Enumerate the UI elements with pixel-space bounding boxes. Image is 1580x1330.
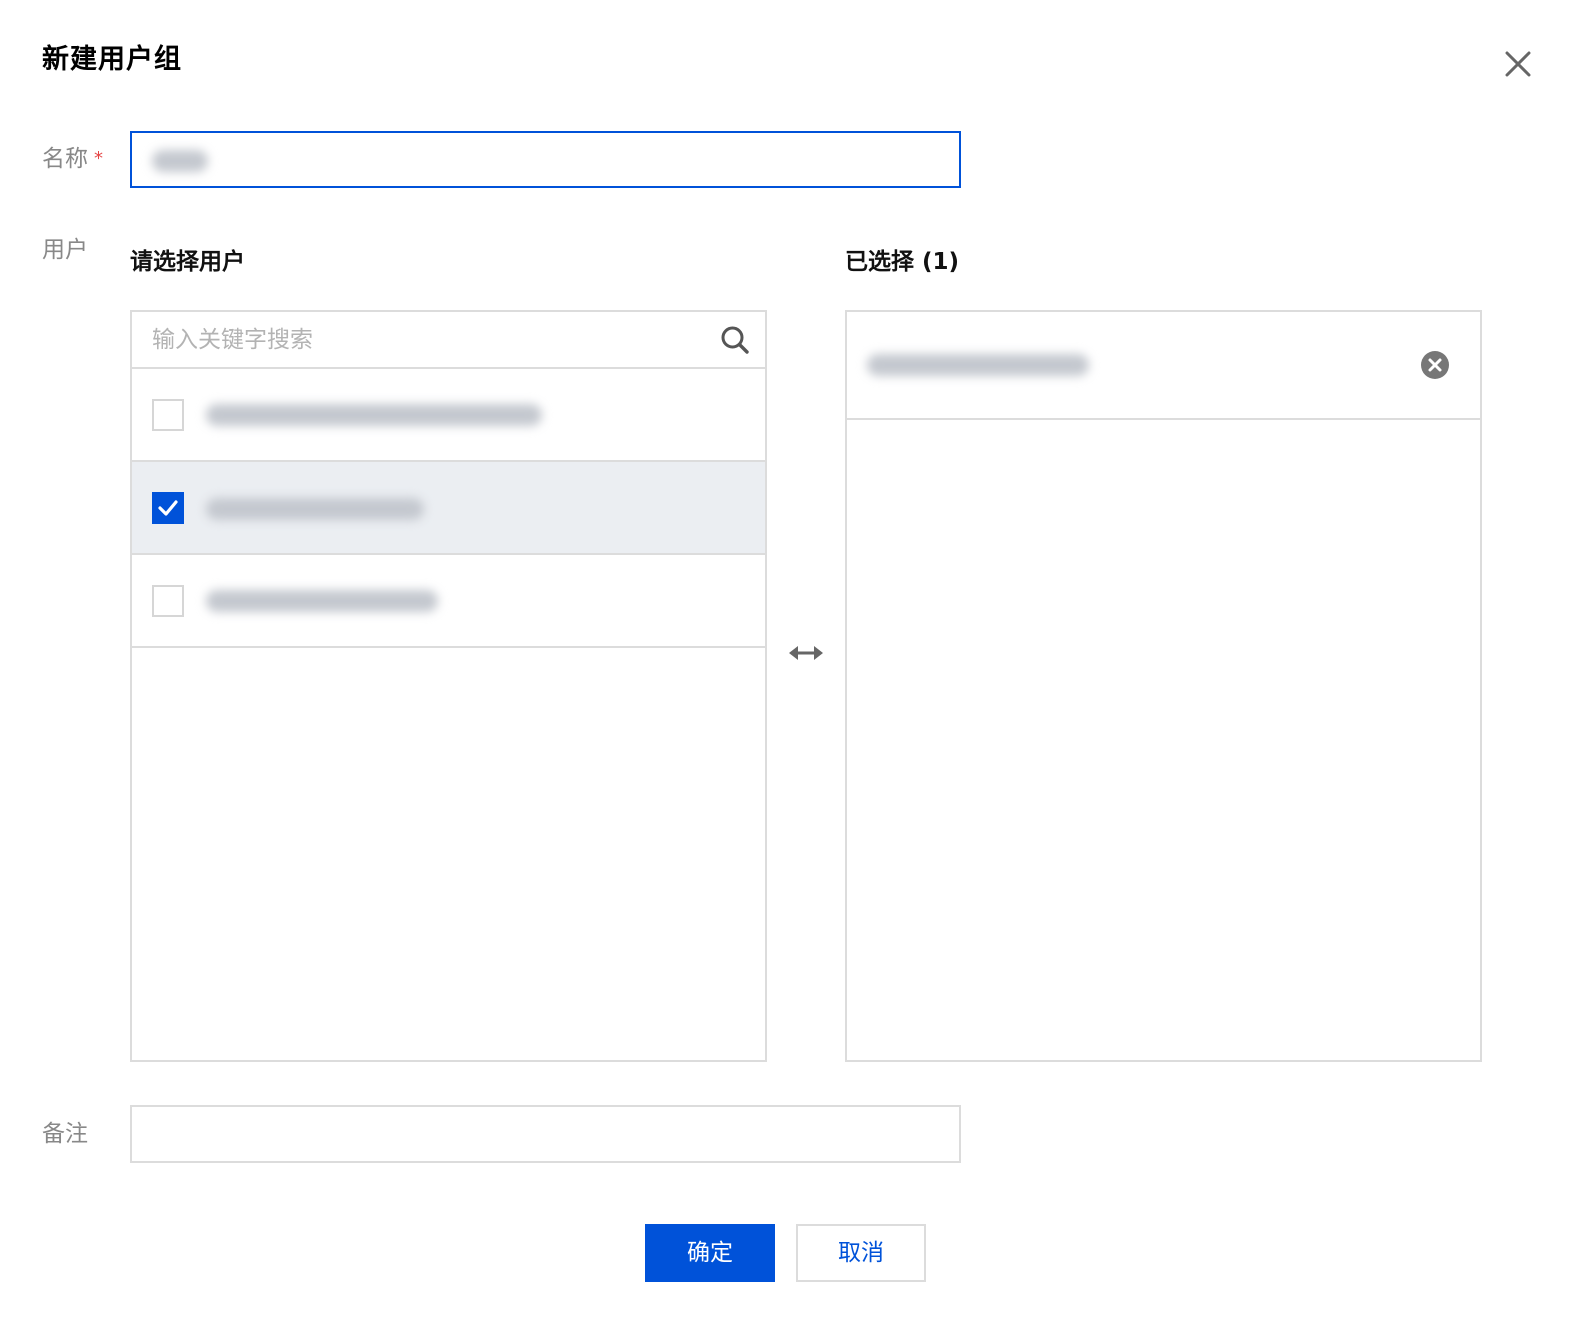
user-list-item[interactable] [132,369,765,462]
user-checkbox-checked[interactable] [152,492,184,524]
user-name-redacted [206,404,542,426]
name-input-value-redacted [152,150,208,172]
remark-input[interactable] [130,1105,961,1163]
user-list-item-selected[interactable] [132,462,765,555]
dialog-title: 新建用户组 [42,44,182,75]
user-name-redacted [206,498,424,520]
required-mark: * [94,148,103,169]
remove-selected-icon[interactable] [1420,350,1450,380]
user-list [132,369,765,648]
close-button[interactable] [1500,46,1536,82]
user-checkbox[interactable] [152,399,184,431]
source-panel-title: 请选择用户 [130,249,245,275]
users-label: 用户 [42,237,88,263]
user-checkbox[interactable] [152,585,184,617]
selected-user-item [847,312,1480,420]
search-placeholder: 输入关键字搜索 [152,327,313,353]
user-list-item[interactable] [132,555,765,648]
source-panel: 输入关键字搜索 [130,310,767,1062]
selected-user-name-redacted [867,354,1089,376]
remark-label: 备注 [42,1121,88,1147]
search-input[interactable]: 输入关键字搜索 [132,312,765,369]
target-panel [845,310,1482,1062]
name-input[interactable] [130,131,961,188]
search-icon[interactable] [719,324,751,356]
checkmark-icon [158,500,178,516]
close-icon [1505,51,1531,77]
user-name-redacted [206,590,438,612]
cancel-button[interactable]: 取消 [796,1224,926,1282]
transfer-arrows-icon [789,646,823,660]
confirm-button[interactable]: 确定 [645,1224,775,1282]
name-label: 名称 * [42,143,103,175]
name-label-text: 名称 [42,146,88,172]
target-panel-title: 已选择 (1) [845,249,960,275]
